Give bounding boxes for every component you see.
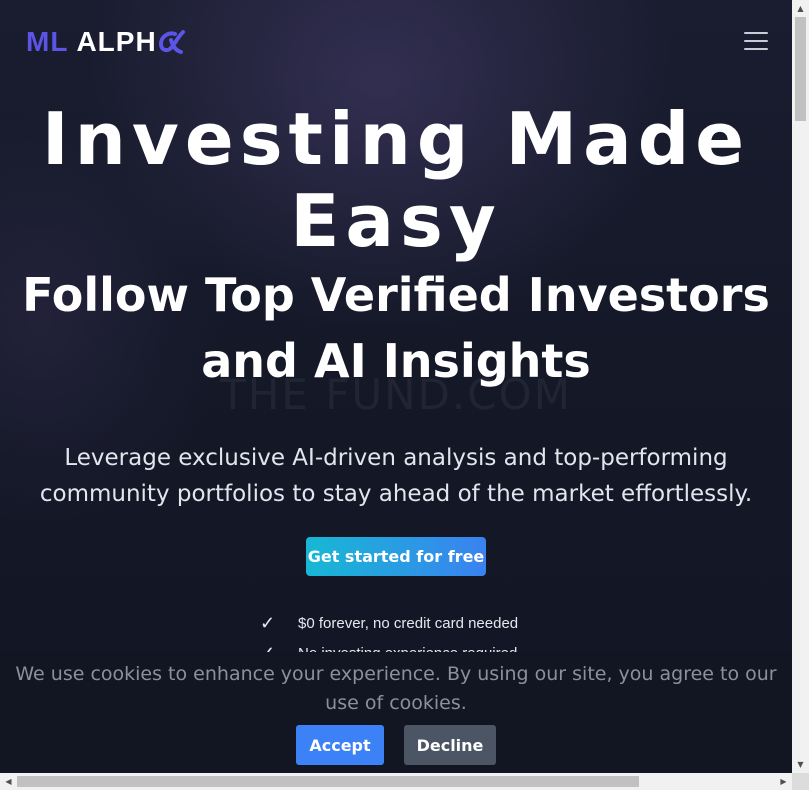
accept-cookies-button[interactable]: Accept	[296, 725, 384, 765]
feature-text: $0 forever, no credit card needed	[298, 614, 519, 632]
get-started-button[interactable]: Get started for free	[306, 537, 486, 576]
checkmark-icon: ✓	[260, 612, 276, 633]
menu-line	[744, 40, 768, 42]
background-watermark: THE FUND.COM	[220, 370, 572, 419]
scroll-down-arrow-icon[interactable]: ▼	[792, 756, 809, 773]
scrollbar-corner	[792, 773, 809, 790]
menu-line	[744, 32, 768, 34]
logo-ml-text: ML	[26, 26, 69, 57]
alpha-symbol-icon	[158, 30, 185, 54]
logo[interactable]: ML ALPH	[26, 26, 187, 58]
hero-title-line2: Easy	[290, 179, 502, 263]
logo-alpha-text: ALPH	[76, 26, 157, 57]
horizontal-scroll-thumb[interactable]	[17, 776, 639, 787]
hero-title: Investing Made Easy	[0, 98, 792, 262]
hero-title-line1: Investing Made	[41, 97, 751, 181]
hero-subtitle-line1: Follow Top Verified Investors	[22, 268, 770, 322]
scroll-right-arrow-icon[interactable]: ▶	[775, 773, 792, 790]
horizontal-scrollbar[interactable]: ◀ ▶	[0, 773, 792, 790]
decline-cookies-button[interactable]: Decline	[404, 725, 496, 765]
hamburger-menu-icon[interactable]	[744, 32, 768, 50]
vertical-scrollbar[interactable]: ▲ ▼	[792, 0, 809, 773]
hero-description: Leverage exclusive AI-driven analysis an…	[39, 445, 753, 507]
feature-item: ✓ $0 forever, no credit card needed	[260, 608, 518, 638]
scroll-up-arrow-icon[interactable]: ▲	[792, 0, 809, 17]
menu-line	[744, 48, 768, 50]
cookie-banner: We use cookies to enhance your experienc…	[0, 652, 792, 773]
scroll-left-arrow-icon[interactable]: ◀	[0, 773, 17, 790]
vertical-scroll-thumb[interactable]	[795, 17, 806, 121]
page-viewport: ML ALPH Investing Made Easy Follow Top V…	[0, 0, 792, 773]
cookie-text: We use cookies to enhance your experienc…	[15, 663, 777, 714]
